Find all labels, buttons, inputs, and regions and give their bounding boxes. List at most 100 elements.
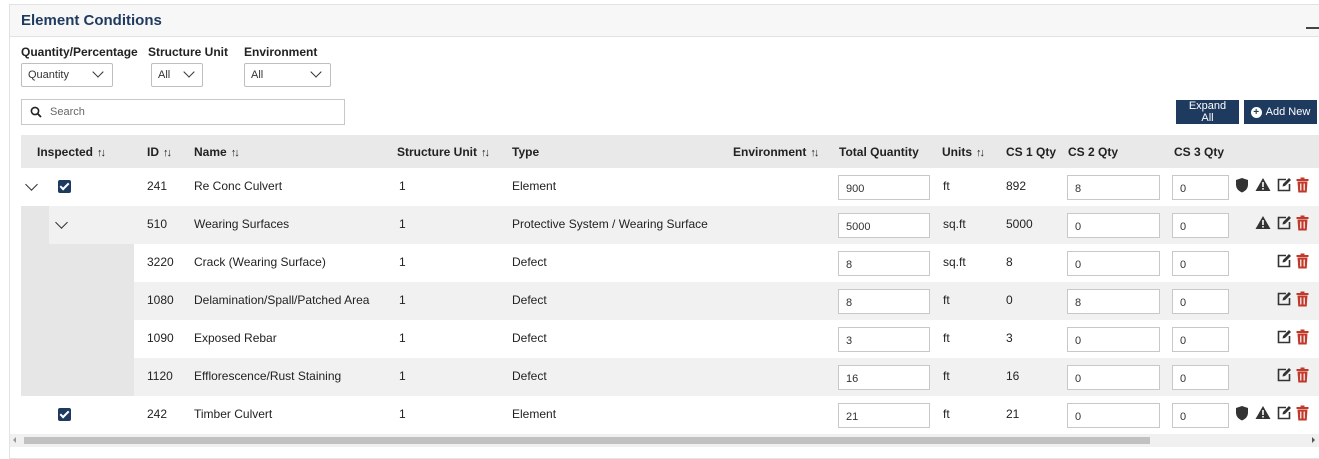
table-row[interactable]: 242 Timber Culvert 1 Element 21 ft 21 0 …: [21, 396, 1319, 434]
table-row[interactable]: 1080 Delamination/Spall/Patched Area 1 D…: [21, 282, 1319, 320]
trash-icon[interactable]: [1296, 215, 1309, 231]
expand-all-button[interactable]: Expand All: [1176, 100, 1239, 124]
column-header-cs1: CS 1 Qty: [1006, 145, 1057, 159]
row-type: Element: [512, 179, 557, 193]
row-actions: [1235, 329, 1319, 345]
cs2-input[interactable]: 0: [1067, 213, 1160, 238]
table-row[interactable]: 510 Wearing Surfaces 1 Protective System…: [21, 206, 1319, 244]
cs2-input[interactable]: 0: [1067, 403, 1160, 428]
edit-icon[interactable]: [1276, 253, 1292, 269]
trash-icon[interactable]: [1296, 367, 1309, 383]
add-new-button[interactable]: + Add New: [1244, 100, 1317, 124]
shield-icon[interactable]: [1235, 405, 1249, 421]
sort-icon[interactable]: ↑↓: [976, 147, 985, 159]
table-row[interactable]: 3220 Crack (Wearing Surface) 1 Defect 8 …: [21, 244, 1319, 282]
scrollbar-thumb[interactable]: [24, 437, 1150, 444]
column-header-name[interactable]: Name ↑↓: [194, 145, 240, 159]
row-structure-unit: 1: [399, 369, 406, 383]
edit-icon[interactable]: [1276, 367, 1292, 383]
row-structure-unit: 1: [399, 255, 406, 269]
cs3-input[interactable]: 0: [1172, 175, 1229, 200]
cs2-input[interactable]: 0: [1067, 251, 1160, 276]
cs3-input[interactable]: 0: [1172, 251, 1229, 276]
column-header-id[interactable]: ID ↑↓: [147, 145, 172, 159]
row-id: 510: [147, 217, 168, 231]
warning-icon[interactable]: [1255, 215, 1271, 230]
inspected-checkbox[interactable]: [58, 408, 71, 421]
cs3-input[interactable]: 0: [1172, 327, 1229, 352]
cs3-input[interactable]: 0: [1172, 213, 1229, 238]
column-header-structure-unit[interactable]: Structure Unit ↑↓: [397, 145, 490, 159]
sort-icon[interactable]: ↑↓: [97, 147, 106, 159]
search-input[interactable]: [50, 103, 330, 121]
edit-icon[interactable]: [1276, 215, 1292, 231]
cs3-input[interactable]: 0: [1172, 403, 1229, 428]
row-structure-unit: 1: [399, 293, 406, 307]
trash-icon[interactable]: [1296, 405, 1309, 421]
cs2-input[interactable]: 0: [1067, 327, 1160, 352]
row-id: 1080: [147, 293, 174, 307]
row-id: 242: [147, 407, 168, 421]
column-header-inspected[interactable]: Inspected ↑↓: [37, 145, 106, 159]
edit-icon[interactable]: [1276, 405, 1292, 421]
row-type: Protective System / Wearing Surface: [512, 217, 708, 231]
cs2-input[interactable]: 8: [1067, 175, 1160, 200]
column-header-type: Type: [512, 145, 540, 159]
sort-icon[interactable]: ↑↓: [810, 147, 819, 159]
row-cs1: 892: [1006, 179, 1027, 193]
row-name: Delamination/Spall/Patched Area: [194, 293, 370, 307]
row-cs1: 21: [1006, 407, 1020, 421]
table-row[interactable]: 1090 Exposed Rebar 1 Defect 3 ft 3 0 0: [21, 320, 1319, 358]
warning-icon[interactable]: [1255, 177, 1271, 192]
row-cs1: 5000: [1006, 217, 1033, 231]
row-id: 241: [147, 179, 168, 193]
quantity-percentage-select[interactable]: Quantity: [21, 63, 113, 87]
row-units: ft: [943, 369, 950, 383]
cs2-input[interactable]: 8: [1067, 289, 1160, 314]
search-box: [21, 99, 345, 125]
row-actions: [1235, 177, 1319, 193]
scroll-left-icon[interactable]: [13, 437, 16, 443]
edit-icon[interactable]: [1276, 177, 1292, 193]
structure-unit-label: Structure Unit: [148, 45, 229, 59]
edit-icon[interactable]: [1276, 291, 1292, 307]
total-quantity-input[interactable]: 5000: [838, 213, 930, 238]
trash-icon[interactable]: [1296, 177, 1309, 193]
quantity-percentage-label: Quantity/Percentage: [21, 45, 138, 59]
cs3-input[interactable]: 0: [1172, 289, 1229, 314]
environment-select[interactable]: All: [244, 63, 331, 87]
column-header-units[interactable]: Units ↑↓: [942, 145, 985, 159]
column-header-environment[interactable]: Environment ↑↓: [733, 145, 819, 159]
chevron-down-icon[interactable]: [55, 216, 68, 229]
inspected-checkbox[interactable]: [58, 180, 71, 193]
chevron-down-icon[interactable]: [25, 178, 38, 191]
row-type: Defect: [512, 293, 547, 307]
total-quantity-input[interactable]: 3: [838, 327, 930, 352]
row-actions: [1235, 405, 1319, 421]
total-quantity-input[interactable]: 16: [838, 365, 930, 390]
sort-icon[interactable]: ↑↓: [163, 147, 172, 159]
trash-icon[interactable]: [1296, 329, 1309, 345]
collapse-panel-button[interactable]: [1306, 27, 1319, 29]
total-quantity-input[interactable]: 8: [838, 251, 930, 276]
table-row[interactable]: 1120 Efflorescence/Rust Staining 1 Defec…: [21, 358, 1319, 396]
cs3-input[interactable]: 0: [1172, 365, 1229, 390]
shield-icon[interactable]: [1235, 177, 1249, 193]
edit-icon[interactable]: [1276, 329, 1292, 345]
total-quantity-input[interactable]: 21: [838, 403, 930, 428]
row-actions: [1235, 367, 1319, 383]
environment-label: Environment: [244, 45, 318, 59]
table-row[interactable]: 241 Re Conc Culvert 1 Element 900 ft 892…: [21, 168, 1319, 206]
structure-unit-select[interactable]: All: [151, 63, 203, 87]
total-quantity-input[interactable]: 900: [838, 175, 930, 200]
scroll-right-icon[interactable]: [1312, 437, 1315, 443]
sort-icon[interactable]: ↑↓: [481, 147, 490, 159]
cs2-input[interactable]: 0: [1067, 365, 1160, 390]
warning-icon[interactable]: [1255, 405, 1271, 420]
trash-icon[interactable]: [1296, 253, 1309, 269]
sort-icon[interactable]: ↑↓: [231, 147, 240, 159]
horizontal-scrollbar[interactable]: [10, 434, 1319, 447]
total-quantity-input[interactable]: 8: [838, 289, 930, 314]
chevron-down-icon: [183, 66, 195, 78]
trash-icon[interactable]: [1296, 291, 1309, 307]
